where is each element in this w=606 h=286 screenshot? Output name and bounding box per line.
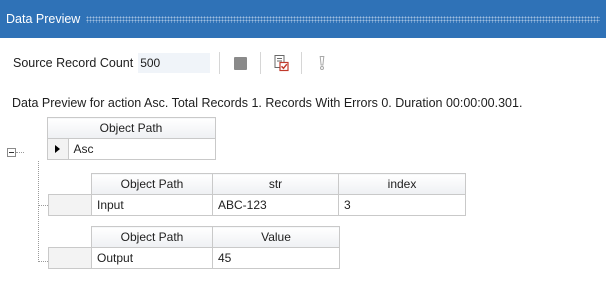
status-text: Data Preview for action Asc. Total Recor… bbox=[12, 96, 523, 110]
output-row-selector[interactable] bbox=[48, 247, 92, 269]
row-selector[interactable] bbox=[46, 138, 69, 160]
output-cell-object-path[interactable]: Output bbox=[91, 247, 213, 269]
input-header-index[interactable]: index bbox=[338, 173, 466, 195]
output-header-object-path[interactable]: Object Path bbox=[91, 226, 213, 248]
collapse-icon[interactable] bbox=[7, 148, 16, 157]
stop-icon bbox=[233, 56, 247, 70]
root-header-object-path[interactable]: Object Path bbox=[46, 117, 216, 139]
title-bar[interactable]: Data Preview bbox=[0, 0, 606, 38]
root-grid: Object Path Asc bbox=[23, 117, 216, 160]
drag-grip[interactable] bbox=[86, 15, 600, 23]
toolbar-separator bbox=[301, 52, 303, 74]
exclamation-icon bbox=[319, 56, 325, 70]
output-header-value[interactable]: Value bbox=[212, 226, 340, 248]
input-row-selector[interactable] bbox=[48, 194, 92, 216]
input-cell-index[interactable]: 3 bbox=[338, 194, 466, 216]
input-cell-str[interactable]: ABC-123 bbox=[212, 194, 339, 216]
stop-button[interactable] bbox=[229, 52, 251, 74]
input-header-str[interactable]: str bbox=[212, 173, 339, 195]
input-cell-object-path[interactable]: Input bbox=[91, 194, 213, 216]
toolbar: Source Record Count bbox=[0, 48, 606, 78]
current-row-arrow-icon bbox=[55, 145, 60, 153]
output-cell-value[interactable]: 45 bbox=[212, 247, 340, 269]
input-header-object-path[interactable]: Object Path bbox=[91, 173, 213, 195]
window-title: Data Preview bbox=[6, 12, 81, 26]
toolbar-separator bbox=[219, 52, 221, 74]
checklist-icon bbox=[274, 55, 289, 72]
preview-button[interactable] bbox=[270, 52, 292, 74]
output-table: Object Path Value Output 45 bbox=[48, 226, 340, 269]
source-record-count-input[interactable] bbox=[138, 53, 211, 73]
errors-button[interactable] bbox=[311, 52, 333, 74]
toolbar-separator bbox=[260, 52, 262, 74]
data-grid[interactable]: Object Path Asc Object Path str index In… bbox=[0, 115, 606, 286]
input-table: Object Path str index Input ABC-123 3 bbox=[48, 173, 466, 216]
source-record-count-label: Source Record Count bbox=[13, 56, 134, 70]
root-row-value[interactable]: Asc bbox=[67, 138, 216, 160]
